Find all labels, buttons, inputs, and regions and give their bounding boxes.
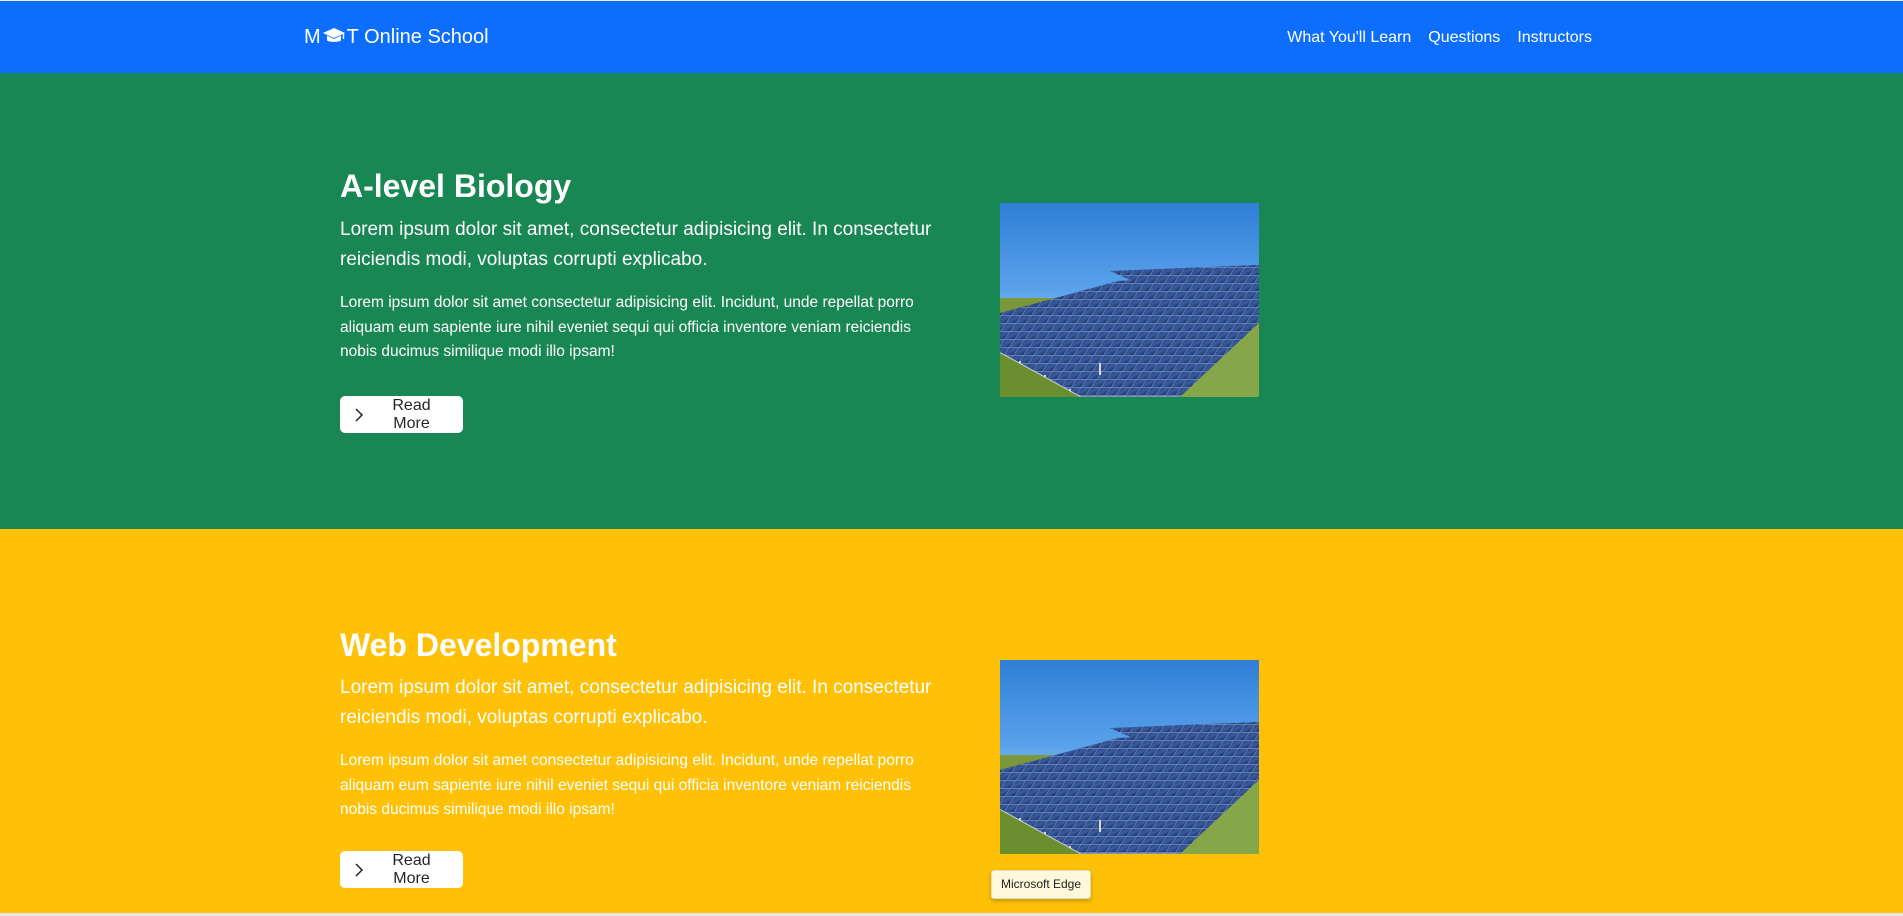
taskbar-tooltip: Microsoft Edge (991, 870, 1092, 899)
chevron-right-icon (353, 862, 365, 877)
course-lead-text: Lorem ipsum dolor sit amet, consectetur … (340, 677, 932, 728)
chevron-right-icon (353, 407, 365, 422)
course-title: Web Development (340, 627, 617, 663)
brand-link[interactable]: M T Online School (304, 25, 489, 49)
read-more-label: Read More (392, 396, 431, 432)
brand-suffix: T Online School (346, 26, 489, 48)
top-navbar: M T Online School What You'll Learn Ques… (0, 0, 1903, 73)
solar-panels-image (1000, 203, 1259, 397)
graduation-cap-icon (322, 27, 346, 47)
read-more-button[interactable]: Read More (340, 851, 463, 888)
course-section-biology: A-level Biology Lorem ipsum dolor sit am… (0, 73, 1903, 529)
course-lead-text: Lorem ipsum dolor sit amet, consectetur … (340, 219, 932, 270)
course-description: Lorem ipsum dolor sit amet consectetur a… (340, 752, 914, 818)
nav-link-instructors[interactable]: Instructors (1517, 28, 1592, 48)
course-title: A-level Biology (340, 168, 572, 204)
solar-panels-image (1000, 660, 1259, 854)
nav-links: What You'll Learn Questions Instructors (1287, 28, 1592, 48)
brand-prefix: M (304, 26, 321, 48)
read-more-label: Read More (392, 851, 431, 887)
course-description: Lorem ipsum dolor sit amet consectetur a… (340, 294, 914, 360)
nav-link-questions[interactable]: Questions (1428, 28, 1500, 48)
read-more-button[interactable]: Read More (340, 396, 463, 433)
course-section-web-development: Web Development Lorem ipsum dolor sit am… (0, 529, 1903, 913)
nav-link-what-youll-learn[interactable]: What You'll Learn (1287, 28, 1411, 48)
